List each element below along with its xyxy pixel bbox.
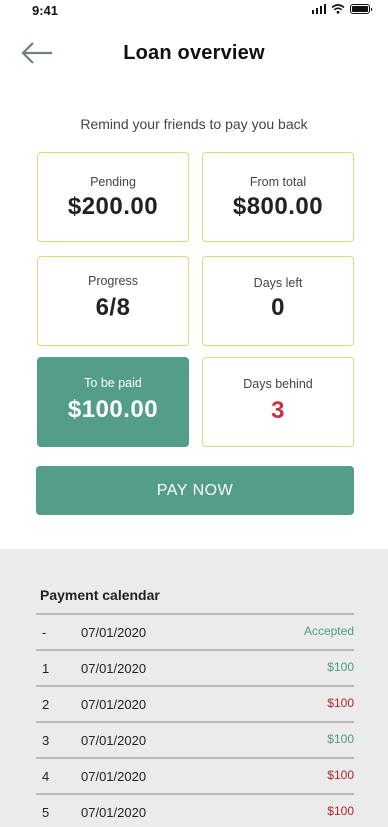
subtitle: Remind your friends to pay you back	[80, 116, 308, 132]
to-be-paid-value: $100.00	[67, 396, 159, 423]
progress-label: Progress	[87, 274, 139, 288]
pending-label: Pending	[90, 175, 136, 189]
row-index: -	[42, 625, 47, 640]
table-row[interactable]: 1 07/01/2020 $100	[36, 649, 354, 685]
row-status: Accepted	[303, 624, 354, 638]
from-total-label: From total	[249, 175, 307, 189]
battery-icon	[350, 4, 372, 14]
days-left-label: Days left	[253, 276, 303, 290]
status-bar: 9:41	[0, 0, 388, 22]
row-index: 4	[42, 769, 50, 784]
progress-value: 6/8	[95, 294, 131, 321]
from-total-card: From total $800.00	[202, 152, 354, 242]
row-date: 07/01/2020	[81, 769, 147, 784]
table-row[interactable]: 4 07/01/2020 $100	[36, 757, 354, 793]
calendar-table: - 07/01/2020 Accepted 1 07/01/2020 $100 …	[36, 613, 354, 827]
signal-icon	[311, 4, 326, 14]
days-left-value: 0	[271, 294, 285, 321]
days-behind-card: Days behind 3	[202, 357, 354, 447]
days-behind-value: 3	[271, 397, 285, 424]
from-total-value: $800.00	[232, 193, 324, 220]
row-date: 07/01/2020	[81, 733, 147, 748]
progress-card: Progress 6/8	[37, 256, 189, 346]
calendar-title: Payment calendar	[40, 587, 160, 603]
payment-calendar: Payment calendar - 07/01/2020 Accepted 1…	[0, 549, 388, 827]
table-row[interactable]: 3 07/01/2020 $100	[36, 721, 354, 757]
row-status: $100	[327, 696, 354, 710]
pay-now-button[interactable]: PAY NOW	[36, 466, 354, 515]
row-status: $100	[327, 660, 354, 674]
row-index: 2	[42, 697, 50, 712]
row-index: 1	[42, 661, 50, 676]
row-date: 07/01/2020	[81, 661, 147, 676]
table-row[interactable]: - 07/01/2020 Accepted	[36, 613, 354, 649]
table-row[interactable]: 2 07/01/2020 $100	[36, 685, 354, 721]
to-be-paid-label: To be paid	[84, 376, 142, 390]
table-row[interactable]: 5 07/01/2020 $100	[36, 793, 354, 827]
row-status: $100	[327, 804, 354, 818]
status-icons	[311, 4, 372, 14]
status-time: 9:41	[32, 3, 59, 18]
pending-card: Pending $200.00	[37, 152, 189, 242]
row-status: $100	[327, 768, 354, 782]
row-date: 07/01/2020	[81, 697, 147, 712]
pending-value: $200.00	[67, 193, 159, 220]
row-date: 07/01/2020	[81, 805, 147, 820]
to-be-paid-card: To be paid $100.00	[37, 357, 189, 447]
row-index: 5	[42, 805, 50, 820]
page-title: Loan overview	[123, 42, 265, 64]
row-date: 07/01/2020	[81, 625, 147, 640]
days-left-card: Days left 0	[202, 256, 354, 346]
row-index: 3	[42, 733, 50, 748]
row-status: $100	[327, 732, 354, 746]
days-behind-label: Days behind	[243, 377, 313, 391]
wifi-icon	[331, 4, 345, 14]
